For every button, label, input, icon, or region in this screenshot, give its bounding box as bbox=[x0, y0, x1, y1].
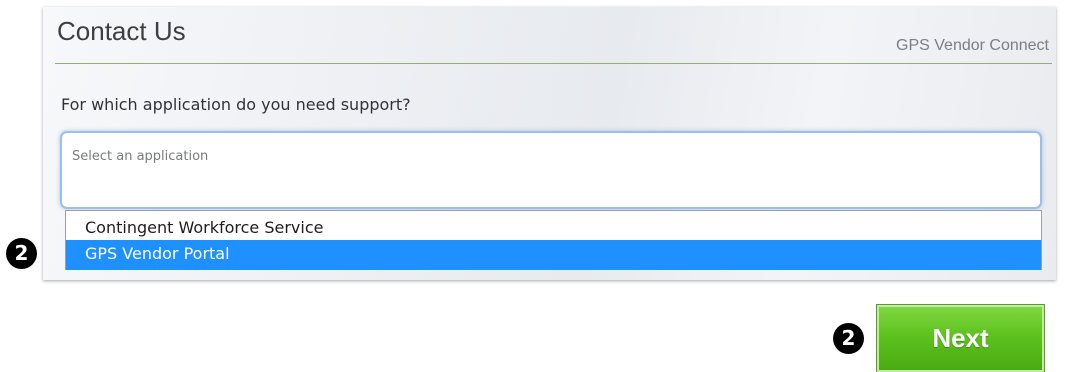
dropdown-option-gps-vendor-portal[interactable]: GPS Vendor Portal bbox=[66, 240, 1041, 270]
application-select[interactable]: Select an application bbox=[60, 131, 1042, 209]
page-title: Contact Us bbox=[57, 16, 186, 46]
application-dropdown-list[interactable]: Contingent Workforce Service GPS Vendor … bbox=[65, 210, 1042, 270]
title-divider bbox=[55, 63, 1052, 64]
contact-us-panel: Contact Us GPS Vendor Connect For which … bbox=[43, 7, 1056, 280]
next-button[interactable]: Next bbox=[877, 305, 1044, 372]
application-question-label: For which application do you need suppor… bbox=[61, 95, 411, 114]
app-name: GPS Vendor Connect bbox=[896, 37, 1049, 54]
dropdown-option-contingent-workforce-service[interactable]: Contingent Workforce Service bbox=[66, 216, 1041, 240]
application-select-placeholder: Select an application bbox=[72, 149, 209, 164]
step-callout-badge: 2 bbox=[833, 323, 864, 354]
step-callout-badge: 2 bbox=[6, 238, 37, 269]
